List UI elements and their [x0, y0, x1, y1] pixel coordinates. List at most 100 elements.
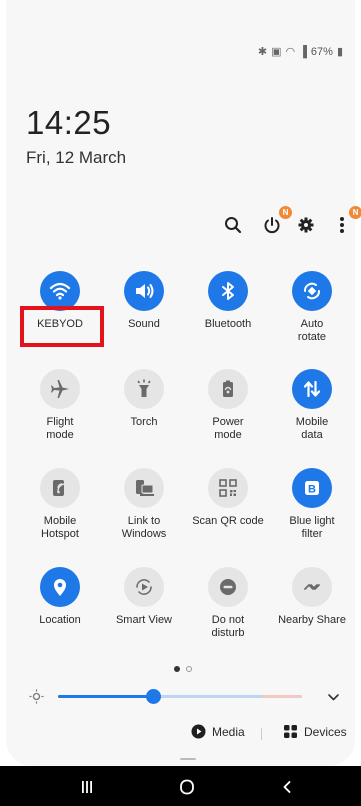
quick-panel-actions: N N: [0, 206, 361, 243]
tile-scan-qr-code[interactable]: Scan QR code: [186, 468, 270, 528]
devices-button[interactable]: Devices: [283, 724, 347, 739]
devices-label: Devices: [304, 724, 347, 739]
more-vertical-icon: [340, 217, 344, 233]
hotspot-icon: [53, 480, 66, 496]
tile-location-toggle[interactable]: [40, 567, 80, 607]
tile-torch-label: Torch: [130, 416, 158, 428]
clock-time: 14:25: [26, 104, 112, 141]
wifi-status-icon: ◠: [285, 46, 296, 58]
alarm-status-icon: ▣: [271, 46, 282, 58]
power-notification-badge: N: [279, 206, 292, 219]
tile-power-mode[interactable]: Power mode: [186, 369, 270, 442]
tile-mobile-hotspot-label: Mobile Hotspot: [41, 515, 79, 540]
search-button[interactable]: [221, 213, 245, 237]
mobile-data-icon: [303, 380, 321, 398]
torch-icon: [137, 379, 151, 397]
tile-mobile-data-label: Mobile data: [295, 416, 329, 441]
chevron-down-icon[interactable]: [327, 691, 340, 703]
location-icon: [54, 579, 66, 596]
svg-text:B: B: [308, 484, 316, 496]
tile-blue-light-filter-toggle[interactable]: B: [292, 468, 332, 508]
recent-apps-icon: [82, 781, 92, 793]
media-devices-row: Media Devices: [0, 724, 361, 744]
battery-percent: 67%: [310, 45, 333, 58]
tile-mobile-hotspot[interactable]: Mobile Hotspot: [18, 468, 102, 541]
back-button[interactable]: [272, 776, 302, 798]
tile-scan-qr-code-label: Scan QR code: [192, 515, 264, 527]
tile-torch[interactable]: Torch: [102, 369, 186, 429]
tile-flight-mode-toggle[interactable]: [40, 369, 80, 409]
page-dot-1[interactable]: [174, 666, 180, 672]
tile-auto-rotate-label: Auto rotate: [297, 318, 327, 343]
tile-sound-toggle[interactable]: [124, 271, 164, 311]
home-icon: [180, 779, 194, 795]
tile-smart-view[interactable]: Smart View: [102, 567, 186, 627]
power-mode-icon: [223, 380, 233, 397]
clock-date: Fri, 12 March: [26, 148, 127, 167]
tile-scan-qr-code-toggle[interactable]: [208, 468, 248, 508]
smart-view-icon: [136, 579, 152, 595]
more-options-button[interactable]: N: [330, 206, 361, 237]
wifi-icon: [49, 282, 71, 300]
tile-mobile-data-toggle[interactable]: [292, 369, 332, 409]
settings-button[interactable]: [294, 213, 318, 237]
more-notification-badge: N: [349, 206, 361, 219]
tile-bluetooth-label: Bluetooth: [204, 318, 252, 330]
tile-bluetooth-toggle[interactable]: [208, 271, 248, 311]
bluetooth-icon: [222, 282, 234, 300]
tile-mobile-hotspot-toggle[interactable]: [40, 468, 80, 508]
brightness-icon: [29, 689, 44, 704]
tile-flight-mode[interactable]: Flight mode: [18, 369, 102, 442]
tile-do-not-disturb[interactable]: Do not disturb: [186, 567, 270, 640]
tile-smart-view-label: Smart View: [115, 614, 173, 626]
tile-sound[interactable]: Sound: [102, 271, 186, 331]
gear-icon: [298, 217, 314, 233]
tile-location-label: Location: [39, 614, 81, 626]
tile-nearby-share-label: Nearby Share: [278, 614, 346, 626]
tile-link-to-windows-toggle[interactable]: [124, 468, 164, 508]
media-button[interactable]: Media: [191, 724, 245, 739]
tile-auto-rotate-toggle[interactable]: [292, 271, 332, 311]
power-button[interactable]: N: [260, 206, 292, 237]
qr-code-icon: [219, 479, 237, 497]
airplane-icon: [51, 380, 69, 398]
tile-location[interactable]: Location: [18, 567, 102, 627]
bluetooth-status-icon: ✱: [257, 46, 268, 58]
page-dot-2[interactable]: [186, 666, 192, 672]
tile-sound-label: Sound: [128, 318, 160, 330]
tile-power-mode-toggle[interactable]: [208, 369, 248, 409]
status-bar: ✱ ▣ ◠ ▐ 67% ▮: [257, 45, 343, 59]
highlight-box: [20, 306, 104, 347]
power-icon: [264, 217, 280, 234]
media-devices-divider: [261, 728, 262, 740]
signal-status-icon: ▐: [299, 45, 307, 58]
tile-power-mode-label: Power mode: [212, 416, 244, 441]
auto-rotate-icon: [304, 282, 320, 300]
tile-nearby-share[interactable]: Nearby Share: [270, 567, 354, 627]
tile-link-to-windows[interactable]: Link to Windows: [102, 468, 186, 541]
tile-link-to-windows-label: Link to Windows: [121, 515, 167, 540]
brightness-thumb[interactable]: [146, 689, 161, 704]
tile-mobile-data[interactable]: Mobile data: [270, 369, 354, 442]
do-not-disturb-icon: [220, 579, 236, 595]
link-to-windows-icon: [136, 480, 154, 496]
tile-blue-light-filter[interactable]: B Blue light filter: [270, 468, 354, 541]
battery-icon: ▮: [336, 46, 343, 58]
devices-grid-icon: [284, 725, 297, 738]
tile-bluetooth[interactable]: Bluetooth: [186, 271, 270, 331]
home-button[interactable]: [172, 776, 202, 798]
search-icon: [225, 217, 242, 234]
recent-apps-button[interactable]: [72, 776, 102, 798]
tile-wifi-toggle[interactable]: [40, 271, 80, 311]
tile-do-not-disturb-toggle[interactable]: [208, 567, 248, 607]
tile-smart-view-toggle[interactable]: [124, 567, 164, 607]
tile-auto-rotate[interactable]: Auto rotate: [270, 271, 354, 344]
tile-blue-light-filter-label: Blue light filter: [289, 515, 335, 540]
tile-torch-toggle[interactable]: [124, 369, 164, 409]
brightness-slider[interactable]: [58, 695, 302, 698]
play-icon: [191, 724, 206, 739]
brightness-warm-zone: [262, 695, 302, 698]
panel-drag-handle[interactable]: [180, 758, 196, 760]
tile-nearby-share-toggle[interactable]: [292, 567, 332, 607]
page-indicator: [174, 666, 192, 672]
